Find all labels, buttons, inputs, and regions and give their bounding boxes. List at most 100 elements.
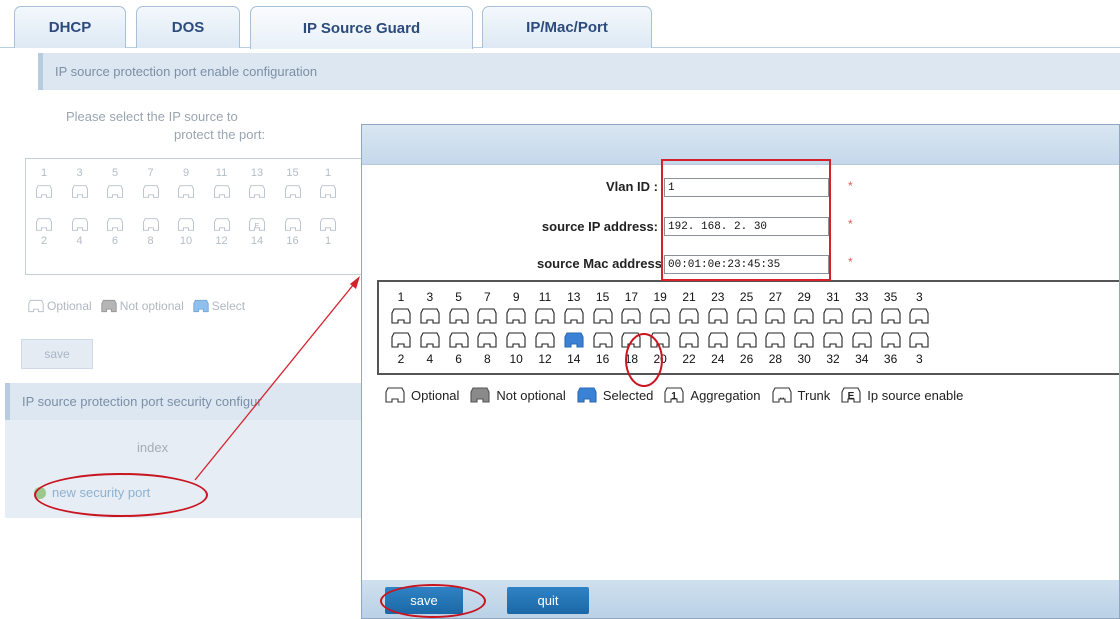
port-number-12: 12 [538, 352, 552, 366]
port-6[interactable] [447, 330, 471, 350]
port-number-4: 4 [426, 352, 434, 366]
background-port-panel: 1 3 5 7 9 11 13 15 1 2 4 6 8 10 12 E 14 16 1 [25, 158, 365, 275]
port-17[interactable] [619, 306, 643, 326]
port-13[interactable] [562, 306, 586, 326]
bg-port-1[interactable] [318, 216, 338, 233]
port-36-icon [881, 332, 901, 348]
new-port-link-highlight [34, 473, 208, 517]
port-24[interactable] [706, 330, 730, 350]
bg-port-number-8: 8 [147, 235, 154, 247]
bg-port-1-icon [320, 218, 336, 231]
bg-port-3[interactable] [70, 183, 90, 200]
background-save-button[interactable]: save [21, 339, 93, 369]
bg-port-5[interactable] [105, 183, 125, 200]
port-number-3: 3 [916, 290, 923, 304]
port-number-34: 34 [855, 352, 869, 366]
bg-port-4[interactable] [70, 216, 90, 233]
port-27[interactable] [763, 306, 787, 326]
port-8[interactable] [475, 330, 499, 350]
port-16[interactable] [591, 330, 615, 350]
bg-port-2[interactable] [34, 216, 54, 233]
port-9[interactable] [504, 306, 528, 326]
port-17-icon [621, 308, 641, 324]
tab-dhcp[interactable]: DHCP [14, 6, 126, 48]
port-3[interactable] [907, 306, 931, 326]
port-28[interactable] [763, 330, 787, 350]
port-5[interactable] [447, 306, 471, 326]
bg-port-1[interactable] [34, 183, 54, 200]
tab-ip-source-guard[interactable]: IP Source Guard [250, 6, 473, 49]
port-number-32: 32 [826, 352, 840, 366]
port-33[interactable] [850, 306, 874, 326]
port-29[interactable] [792, 306, 816, 326]
quit-button[interactable]: quit [507, 587, 589, 614]
port-19[interactable] [648, 306, 672, 326]
port-number-36: 36 [883, 352, 898, 366]
tab-dos[interactable]: DOS [136, 6, 240, 48]
port-34-icon [852, 332, 872, 348]
port-3[interactable] [418, 306, 442, 326]
port-number-14: 14 [567, 352, 581, 366]
port-3-icon [420, 308, 440, 324]
port-1[interactable] [389, 306, 413, 326]
bg-port-10-icon [178, 218, 194, 231]
bg-port-14[interactable]: E [247, 216, 267, 233]
port-2-icon [391, 332, 411, 348]
port-number-22: 22 [682, 352, 696, 366]
port-26[interactable] [735, 330, 759, 350]
optional-port-icon [28, 299, 44, 313]
section-enable-title: IP source protection port enable configu… [38, 53, 1120, 90]
port-number-23: 23 [711, 290, 725, 304]
optional-port-icon [385, 387, 405, 403]
port-number-33: 33 [855, 290, 869, 304]
port-4[interactable] [418, 330, 442, 350]
ip-source-glyph: E [848, 391, 855, 402]
port-10[interactable] [504, 330, 528, 350]
port-25[interactable] [735, 306, 759, 326]
bg-port-10[interactable] [176, 216, 196, 233]
port-22[interactable] [677, 330, 701, 350]
bg-port-number-7: 7 [147, 167, 154, 179]
bg-port-11[interactable] [212, 183, 232, 200]
port-28-icon [765, 332, 785, 348]
bg-port-15[interactable] [283, 183, 303, 200]
port-9-icon [506, 308, 526, 324]
port-14[interactable] [562, 330, 586, 350]
port-12[interactable] [533, 330, 557, 350]
bg-port-13[interactable] [247, 183, 267, 200]
port-35[interactable] [879, 306, 903, 326]
bg-port-12[interactable] [212, 216, 232, 233]
port-34[interactable] [850, 330, 874, 350]
ip-required-mark: * [848, 217, 853, 231]
legend-selected-label: Select [211, 299, 246, 313]
port-6-icon [449, 332, 469, 348]
ip-source-port-icon: E [841, 387, 861, 403]
port-15[interactable] [591, 306, 615, 326]
port-21[interactable] [677, 306, 701, 326]
port-36[interactable] [879, 330, 903, 350]
bg-port-16[interactable] [283, 216, 303, 233]
port-2[interactable] [389, 330, 413, 350]
port-7[interactable] [475, 306, 499, 326]
port-15-icon [593, 308, 613, 324]
screen: DHCP DOS IP Source Guard IP/Mac/Port IP … [0, 0, 1120, 619]
port-31[interactable] [821, 306, 845, 326]
bg-port-1-icon [36, 185, 52, 198]
port-27-icon [765, 308, 785, 324]
bg-port-7[interactable] [141, 183, 161, 200]
tab-ip-mac-port[interactable]: IP/Mac/Port [482, 6, 652, 48]
bg-port-6[interactable] [105, 216, 125, 233]
trunk-glyph: .. [779, 391, 784, 401]
bg-port-number-11: 11 [215, 167, 228, 179]
bg-port-1[interactable] [318, 183, 338, 200]
bg-port-8[interactable] [141, 216, 161, 233]
port-number-31: 31 [826, 290, 840, 304]
port-number-24: 24 [711, 352, 725, 366]
bg-port-9[interactable] [176, 183, 196, 200]
port-29-icon [794, 308, 814, 324]
port-23[interactable] [706, 306, 730, 326]
port-3[interactable] [907, 330, 931, 350]
port-11[interactable] [533, 306, 557, 326]
port-32[interactable] [821, 330, 845, 350]
port-30[interactable] [792, 330, 816, 350]
